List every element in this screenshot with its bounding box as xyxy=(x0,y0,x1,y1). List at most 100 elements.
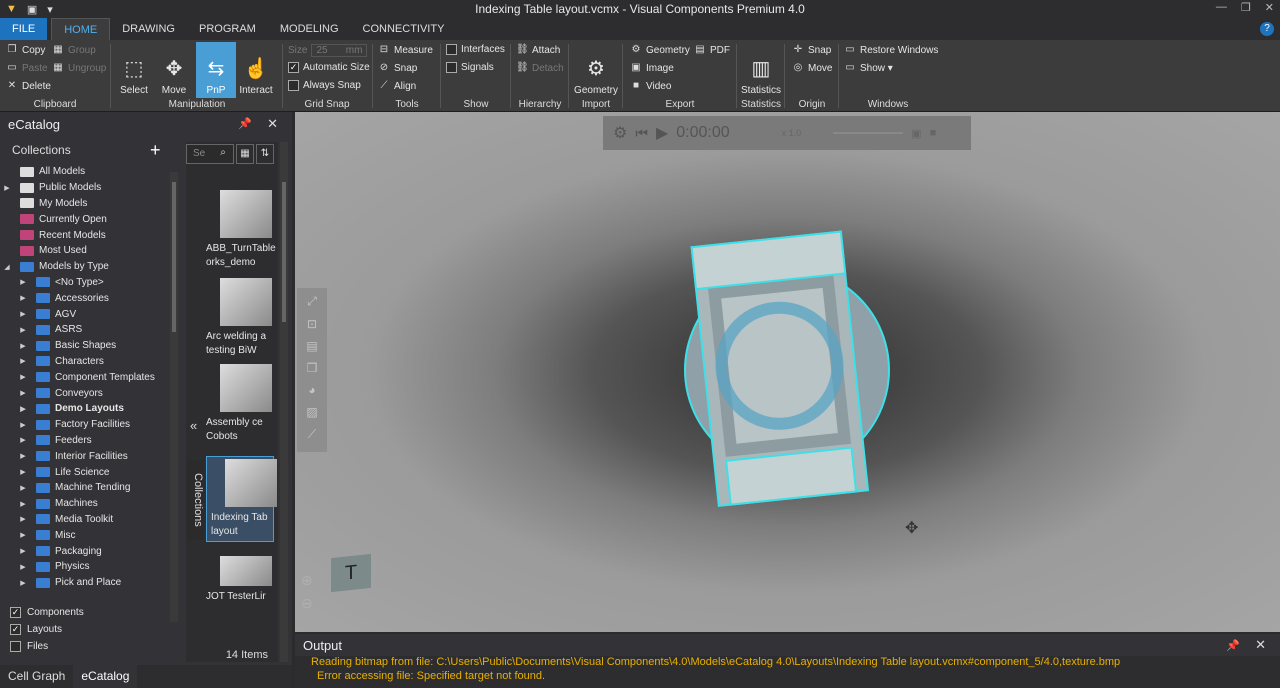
tab-ecatalog[interactable]: eCatalog xyxy=(73,665,138,688)
collection-item[interactable]: ▶ Factory Facilities xyxy=(0,417,170,433)
select-button[interactable]: ⬚ Select xyxy=(114,42,154,98)
collection-item[interactable]: My Models xyxy=(0,196,170,212)
expand-arrow-icon[interactable]: ▶ xyxy=(18,452,28,460)
always-snap-checkbox[interactable]: Always Snap xyxy=(288,80,361,91)
origin-move-button[interactable]: ◎ Move xyxy=(792,62,833,74)
expand-arrow-icon[interactable]: ▶ xyxy=(18,342,28,350)
statistics-button[interactable]: ▥ Statistics xyxy=(741,42,781,98)
model-item[interactable]: Arc welding a testing BiW xyxy=(206,278,274,358)
fill-view-icon[interactable]: ⤢ xyxy=(307,294,317,309)
collection-item[interactable]: ▶ <No Type> xyxy=(0,275,170,291)
tab-connectivity[interactable]: CONNECTIVITY xyxy=(351,18,457,40)
expand-arrow-icon[interactable]: ▶ xyxy=(18,278,28,286)
export-image-button[interactable]: ▣ Image xyxy=(630,62,674,74)
export-geometry-button[interactable]: ⚙ Geometry xyxy=(630,44,690,56)
show-windows-dropdown[interactable]: ▭ Show ▾ xyxy=(844,62,893,74)
model-item[interactable]: ABB_TurnTable orks_demo xyxy=(206,190,276,270)
sort-icon[interactable]: ⇅ xyxy=(256,144,274,164)
close-output-icon[interactable]: ✕ xyxy=(1255,637,1266,653)
collection-item[interactable]: All Models xyxy=(0,164,170,180)
collection-item[interactable]: ▶ Public Models xyxy=(0,180,170,196)
collection-item[interactable]: ▶ Packaging xyxy=(0,543,170,559)
collection-item[interactable]: ▶ AGV xyxy=(0,306,170,322)
search-icon[interactable]: ⌕ xyxy=(214,144,232,164)
collection-item[interactable]: ▶ Machines xyxy=(0,496,170,512)
pin-icon[interactable]: 📌 xyxy=(238,117,252,130)
selection-mode-icon[interactable]: ⟋ xyxy=(308,427,316,442)
collection-item[interactable]: ▶ Component Templates xyxy=(0,369,170,385)
collection-item[interactable]: ▶ Life Science xyxy=(0,464,170,480)
record-video-icon[interactable]: ■ xyxy=(930,127,937,139)
thumbnails-scrollbar[interactable] xyxy=(280,142,288,662)
display-mode-icon[interactable]: ▨ xyxy=(306,405,317,419)
tab-cell-graph[interactable]: Cell Graph xyxy=(0,665,73,688)
quick-access-dropdown-icon[interactable]: ▾ xyxy=(47,3,53,16)
expand-arrow-icon[interactable]: ▶ xyxy=(18,389,28,397)
model-item[interactable]: JOT TesterLir xyxy=(206,556,274,604)
expand-arrow-icon[interactable]: ▶ xyxy=(18,500,28,508)
tab-program[interactable]: PROGRAM xyxy=(187,18,268,40)
collection-item[interactable]: Recent Models xyxy=(0,227,170,243)
expand-arrow-icon[interactable]: ▶ xyxy=(18,547,28,555)
group-button[interactable]: ▦ Group xyxy=(52,44,96,56)
expand-arrow-icon[interactable]: ▶ xyxy=(2,184,12,192)
grid-view-icon[interactable]: ▦ xyxy=(236,144,254,164)
expand-arrow-icon[interactable]: ▶ xyxy=(18,310,28,318)
collection-item[interactable]: ▶ Media Toolkit xyxy=(0,512,170,528)
expand-arrow-icon[interactable]: ▶ xyxy=(18,515,28,523)
tab-modeling[interactable]: MODELING xyxy=(268,18,351,40)
add-collection-icon[interactable]: + xyxy=(150,140,161,160)
indexing-table-model[interactable] xyxy=(677,230,897,510)
projection-icon[interactable]: ❒ xyxy=(307,361,318,375)
collection-item[interactable]: ▶ Characters xyxy=(0,354,170,370)
render-mode-icon[interactable]: ◕ xyxy=(308,383,315,397)
expand-arrow-icon[interactable]: ◢ xyxy=(2,263,12,271)
collection-item[interactable]: ▶ Accessories xyxy=(0,290,170,306)
attach-button[interactable]: ⛓ Attach xyxy=(516,44,560,56)
tab-file[interactable]: FILE xyxy=(0,18,48,40)
export-video-button[interactable]: ■ Video xyxy=(630,80,671,92)
filter-checkbox[interactable]: ✓ Layouts xyxy=(10,621,84,638)
copy-button[interactable]: ❐ Copy xyxy=(6,44,46,56)
expand-arrow-icon[interactable]: ▶ xyxy=(18,294,28,302)
filter-checkbox[interactable]: Files xyxy=(10,638,84,655)
collection-item[interactable]: ▶ Interior Facilities xyxy=(0,448,170,464)
expand-arrow-icon[interactable]: ▶ xyxy=(18,326,28,334)
screenshot-icon[interactable]: ▣ xyxy=(911,127,921,140)
origin-snap-button[interactable]: ✛ Snap xyxy=(792,44,832,56)
collection-item[interactable]: ▶ Conveyors xyxy=(0,385,170,401)
restore-windows-button[interactable]: ▭ Restore Windows xyxy=(844,44,938,56)
view-cube[interactable]: T xyxy=(331,553,371,593)
speed-slider[interactable] xyxy=(833,132,904,134)
expand-arrow-icon[interactable]: ▶ xyxy=(18,436,28,444)
interfaces-checkbox[interactable]: Interfaces xyxy=(446,44,505,55)
zoom-fit-icon[interactable]: ⊡ xyxy=(307,317,317,331)
scrollbar-thumb[interactable] xyxy=(172,182,176,332)
collection-item[interactable]: ▶ Machine Tending xyxy=(0,480,170,496)
grid-size-input[interactable]: 25 mm xyxy=(311,44,368,57)
expand-arrow-icon[interactable]: ▶ xyxy=(18,531,28,539)
collection-item[interactable]: ▶ Pick and Place xyxy=(0,575,170,591)
collection-item[interactable]: ◢ Models by Type xyxy=(0,259,170,275)
tab-drawing[interactable]: DRAWING xyxy=(110,18,187,40)
view-layout-icon[interactable]: ▤ xyxy=(306,339,317,353)
scrollbar-thumb[interactable] xyxy=(282,182,286,322)
collection-item[interactable]: Most Used xyxy=(0,243,170,259)
detach-button[interactable]: ⛓ Detach xyxy=(516,62,564,74)
collections-scrollbar[interactable] xyxy=(170,172,178,622)
automatic-size-checkbox[interactable]: ✓ Automatic Size xyxy=(288,62,370,73)
expand-arrow-icon[interactable]: ▶ xyxy=(18,468,28,476)
3d-viewport[interactable]: ⚙ ⏮ ▶ 0:00:00 x 1.0 ▣ ■ ⤢ ⊡ ▤ ❒ ◕ ▨ ⟋ T … xyxy=(295,112,1280,632)
ungroup-button[interactable]: ▦ Ungroup xyxy=(52,62,106,74)
collection-item[interactable]: Currently Open xyxy=(0,211,170,227)
expand-arrow-icon[interactable]: ▶ xyxy=(18,484,28,492)
model-item[interactable]: Indexing Tab layout xyxy=(206,456,277,542)
collection-item[interactable]: ▶ Misc xyxy=(0,527,170,543)
expand-arrow-icon[interactable]: ▶ xyxy=(18,421,28,429)
settings-icon[interactable]: ⚙ xyxy=(613,123,627,143)
export-pdf-button[interactable]: ▤ PDF xyxy=(694,44,730,56)
snap-tool-button[interactable]: ⊘ Snap xyxy=(378,62,418,74)
expand-arrow-icon[interactable]: ▶ xyxy=(18,405,28,413)
help-icon[interactable]: ? xyxy=(1260,22,1274,36)
restore-icon[interactable]: ❐ xyxy=(1241,1,1251,14)
